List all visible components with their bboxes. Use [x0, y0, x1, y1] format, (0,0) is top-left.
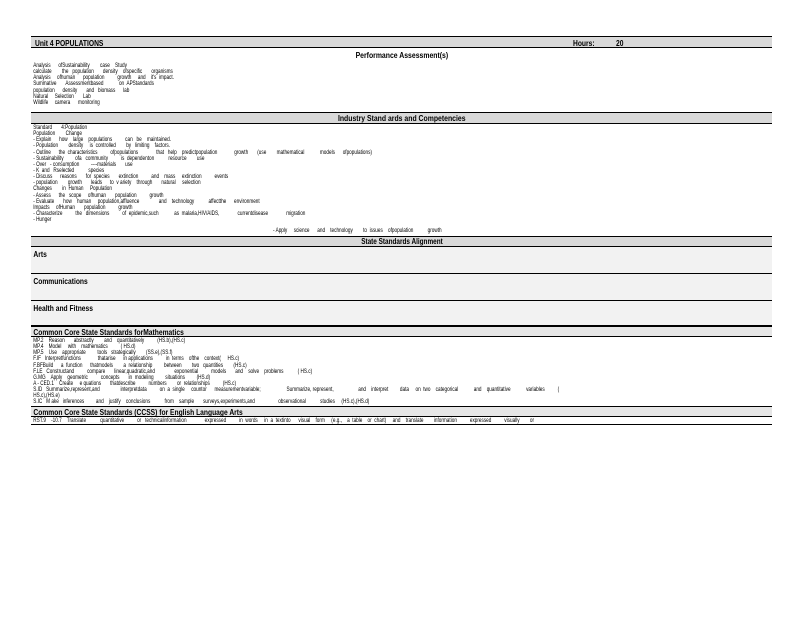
math-header-row: Common Core State Standards forMathemati…	[31, 326, 772, 337]
english-list: RST.9 -10.7 Translate quantitative or te…	[31, 417, 772, 425]
english-header: Common Core State Standards (CCSS) for E…	[33, 407, 243, 417]
unit-header-bar: Unit 4 POPULATIONS Hours: 20	[31, 36, 772, 48]
math-line: S.IC M ake inferences and justify conclu…	[33, 398, 370, 406]
curriculum-document: Unit 4 POPULATIONS Hours: 20 Performance…	[31, 36, 772, 425]
health-heading: Health and Fitness	[33, 303, 93, 313]
hours-value: 20	[616, 38, 624, 48]
industry-header: Industry Stand ards and Competencies	[337, 113, 466, 123]
health-spacer	[31, 315, 772, 326]
industry-closing-row: - Apply science and technology to issues…	[31, 226, 772, 236]
communications-spacer	[31, 288, 772, 301]
state-header-row: State Standards Alignment	[31, 236, 772, 247]
state-header: State Standards Alignment	[360, 237, 443, 246]
communications-row: Communications	[31, 274, 772, 288]
unit-title: Unit 4 POPULATIONS	[35, 38, 104, 48]
performance-line: Wildlife camera monitoring	[33, 98, 100, 106]
arts-heading: Arts	[33, 249, 47, 259]
arts-row: Arts	[31, 247, 772, 262]
industry-closing-line: - Apply science and technology to issues…	[273, 227, 442, 234]
industry-list: Standard 4:Population Population Change …	[31, 124, 772, 226]
arts-spacer	[31, 262, 772, 274]
performance-header-row: Performance Assessment(s)	[31, 48, 772, 62]
math-list: MP.2 Reason abstractly and quantitativel…	[31, 337, 772, 406]
health-row: Health and Fitness	[31, 301, 772, 315]
english-line: RST.9 -10.7 Translate quantitative or te…	[33, 417, 535, 424]
hours-label: Hours:	[573, 38, 595, 48]
industry-line: - Hunger	[33, 216, 52, 224]
communications-heading: Communications	[33, 276, 88, 286]
performance-header: Performance Assessment(s)	[355, 50, 448, 60]
english-header-row: Common Core State Standards (CCSS) for E…	[31, 406, 772, 417]
performance-list: Analysis ofSustainability case Study cal…	[31, 62, 772, 112]
industry-header-row: Industry Stand ards and Competencies	[31, 112, 772, 124]
math-header: Common Core State Standards forMathemati…	[33, 327, 184, 337]
